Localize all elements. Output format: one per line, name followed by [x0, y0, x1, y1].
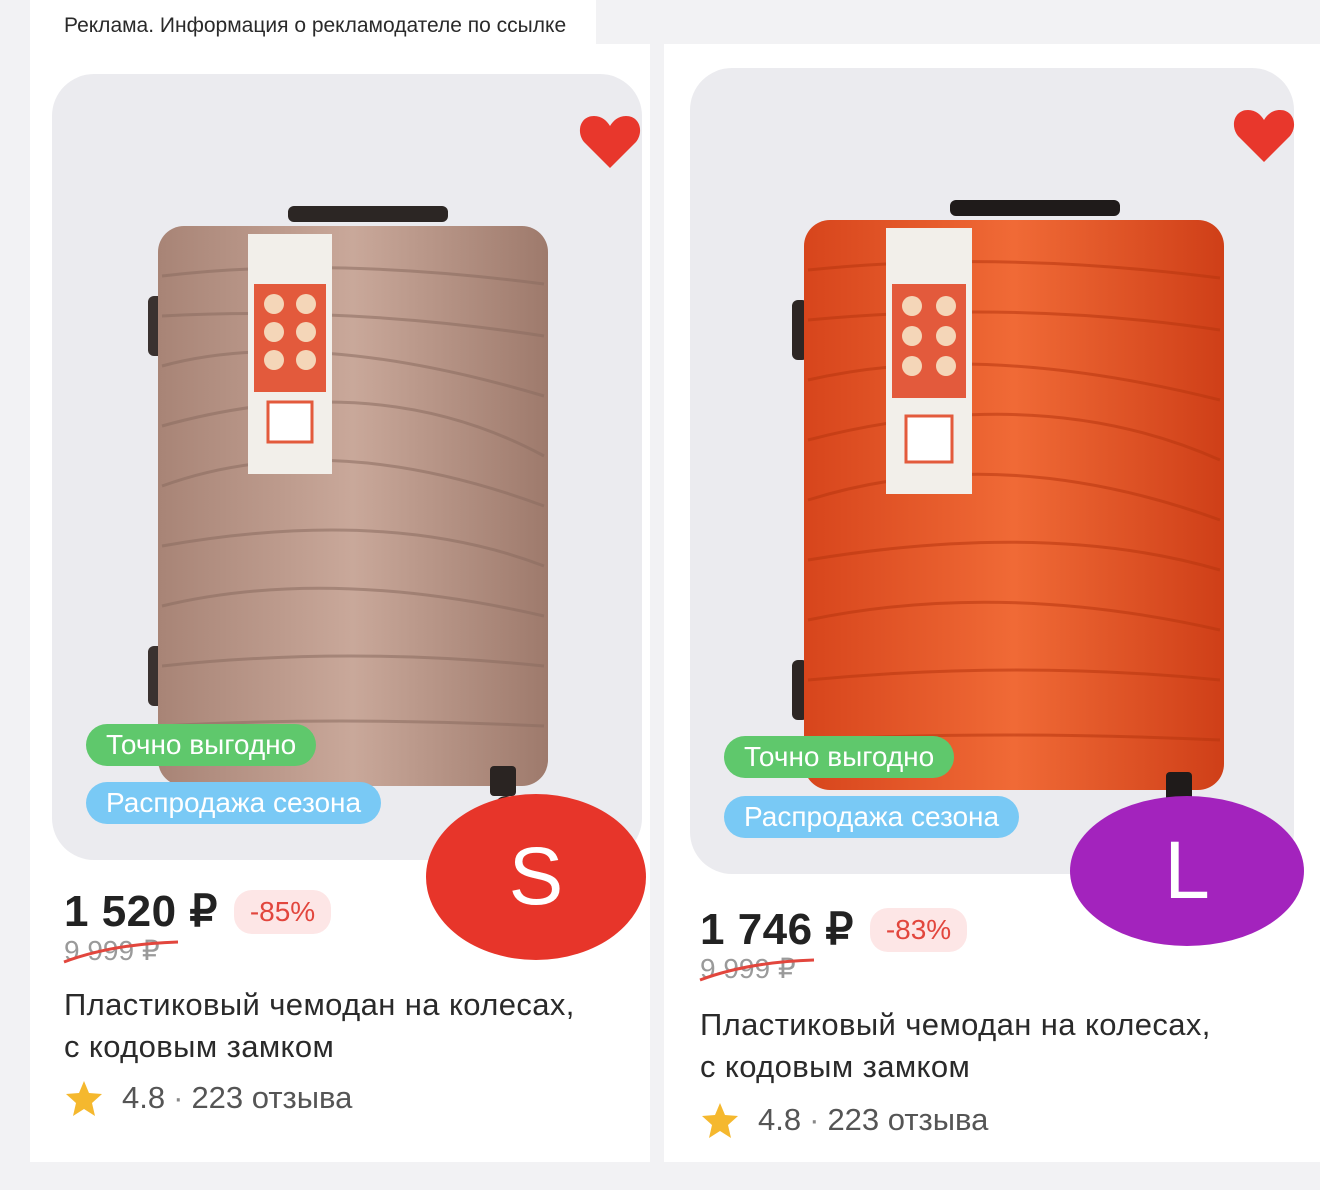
rating-value: 4.8	[122, 1080, 166, 1115]
size-badge: S	[426, 794, 646, 960]
price-row: 1 746 ₽ -83%	[700, 904, 968, 955]
rating: 4.8 · 223 отзыва	[700, 1100, 988, 1140]
rating-value: 4.8	[758, 1102, 802, 1137]
star-icon	[66, 1081, 102, 1116]
strikethrough-mark	[699, 958, 815, 982]
old-price: 9 999 ₽	[63, 934, 179, 967]
product-title[interactable]: Пластиковый чемодан на колесах, с кодовы…	[64, 984, 584, 1068]
current-price: 1 520 ₽	[64, 887, 218, 936]
star-icon	[702, 1103, 738, 1138]
product-card[interactable]: Точно выгодно Распродажа сезона S 1 520 …	[30, 44, 650, 1162]
favorite-heart-icon[interactable]	[1232, 106, 1296, 164]
discount-badge: -83%	[869, 907, 968, 952]
size-badge: L	[1070, 796, 1304, 946]
rating: 4.8 · 223 отзыва	[64, 1078, 352, 1118]
badge-good-deal: Точно выгодно	[724, 736, 955, 778]
badge-season-sale: Распродажа сезона	[724, 796, 1020, 838]
badge-season-sale: Распродажа сезона	[86, 782, 382, 824]
price-row: 1 520 ₽ -85%	[64, 886, 332, 937]
favorite-heart-icon[interactable]	[578, 112, 642, 170]
current-price: 1 746 ₽	[700, 905, 854, 954]
review-count[interactable]: 223 отзыва	[191, 1080, 352, 1116]
product-card[interactable]: Точно выгодно Распродажа сезона L 1 746 …	[664, 44, 1320, 1162]
ad-disclosure-link[interactable]: Реклама. Информация о рекламодателе по с…	[30, 0, 596, 46]
discount-badge: -85%	[233, 889, 332, 934]
review-count[interactable]: 223 отзыва	[827, 1102, 988, 1138]
strikethrough-mark	[63, 940, 179, 964]
separator: ·	[809, 1102, 820, 1137]
product-title[interactable]: Пластиковый чемодан на колесах, с кодовы…	[700, 1004, 1220, 1088]
old-price: 9 999 ₽	[699, 952, 815, 985]
separator: ·	[173, 1080, 184, 1115]
badge-good-deal: Точно выгодно	[86, 724, 317, 766]
